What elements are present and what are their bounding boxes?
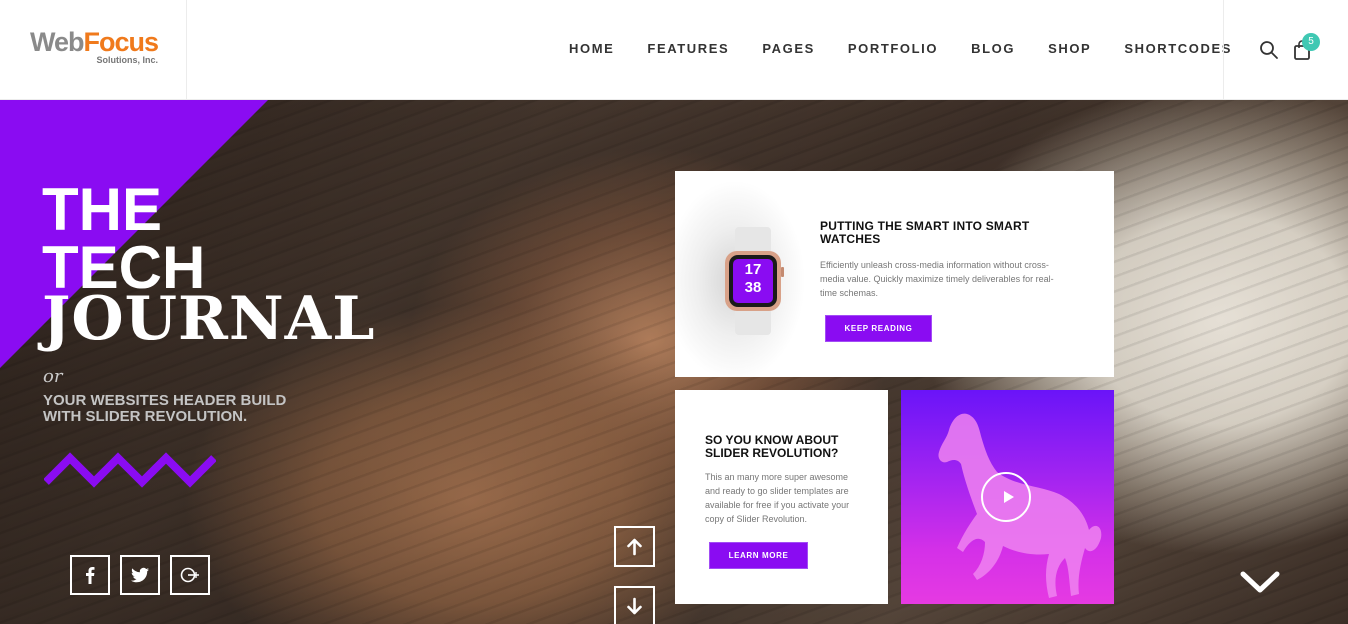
logo-web: Web — [30, 27, 85, 57]
watch-hours: 17 — [744, 261, 762, 278]
watch-minutes: 38 — [744, 279, 762, 296]
twitter-icon — [131, 567, 149, 583]
keep-reading-button[interactable]: KEEP READING — [825, 315, 932, 342]
hero-slider: THE TECH JOURNAL or YOUR WEBSITES HEADER… — [0, 100, 1348, 624]
logo-focus: Focus — [83, 27, 160, 57]
hero-title-line3: JOURNAL — [42, 284, 376, 354]
google-plus-button[interactable] — [170, 555, 210, 595]
nav-item-blog[interactable]: BLOG — [971, 40, 1015, 58]
nav-item-features[interactable]: FEATURES — [647, 40, 729, 58]
arrow-down-icon — [627, 597, 642, 615]
card-bl-title: SO YOU KNOW ABOUT SLIDER REVOLUTION? — [705, 433, 839, 460]
header-tools: 5 — [1223, 0, 1348, 100]
video-card — [901, 390, 1114, 604]
search-icon[interactable] — [1259, 40, 1279, 60]
nav-item-portfolio[interactable]: PORTFOLIO — [848, 40, 938, 58]
facebook-button[interactable] — [70, 555, 110, 595]
slider-revolution-card: SO YOU KNOW ABOUT SLIDER REVOLUTION? Thi… — [675, 390, 888, 604]
chevron-down-icon[interactable] — [1240, 568, 1280, 596]
slider-next-button[interactable] — [614, 586, 655, 624]
page: WebFocus Solutions, Inc. HOME FEATURES P… — [0, 0, 1348, 624]
google-plus-icon — [180, 567, 199, 583]
learn-more-button[interactable]: LEARN MORE — [709, 542, 808, 569]
smart-watch-card: 17 38 PUTTING THE SMART INTO SMART WATCH… — [675, 171, 1114, 377]
card-top-title: PUTTING THE SMART INTO SMART WATCHES — [820, 219, 1030, 246]
card-top-text: Efficiently unleash cross-media informat… — [820, 260, 1054, 298]
cart-count-badge: 5 — [1302, 33, 1320, 51]
card-bl-text: This an many more super awesome and read… — [705, 472, 850, 524]
nav-item-shop[interactable]: SHOP — [1048, 40, 1091, 58]
nav-item-pages[interactable]: PAGES — [762, 40, 815, 58]
hero-or: or — [43, 366, 63, 387]
nav-item-home[interactable]: HOME — [569, 40, 614, 58]
slider-prev-button[interactable] — [614, 526, 655, 567]
twitter-button[interactable] — [120, 555, 160, 595]
nav-item-shortcodes[interactable]: SHORTCODES — [1124, 40, 1232, 58]
zigzag-decoration — [44, 452, 216, 488]
hero-subtitle: YOUR WEBSITES HEADER BUILD WITH SLIDER R… — [43, 392, 287, 425]
hero-title-line1: THE — [42, 176, 162, 243]
logo-cell: WebFocus Solutions, Inc. — [0, 0, 187, 100]
logo[interactable]: WebFocus Solutions, Inc. — [30, 27, 160, 65]
play-icon — [1004, 491, 1014, 503]
arrow-up-icon — [627, 538, 642, 556]
main-nav: HOME FEATURES PAGES PORTFOLIO BLOG SHOP … — [569, 40, 1232, 58]
play-video-button[interactable] — [981, 472, 1031, 522]
site-header: WebFocus Solutions, Inc. HOME FEATURES P… — [0, 0, 1348, 100]
logo-wordmark: WebFocus — [30, 27, 160, 57]
facebook-icon — [86, 567, 95, 584]
